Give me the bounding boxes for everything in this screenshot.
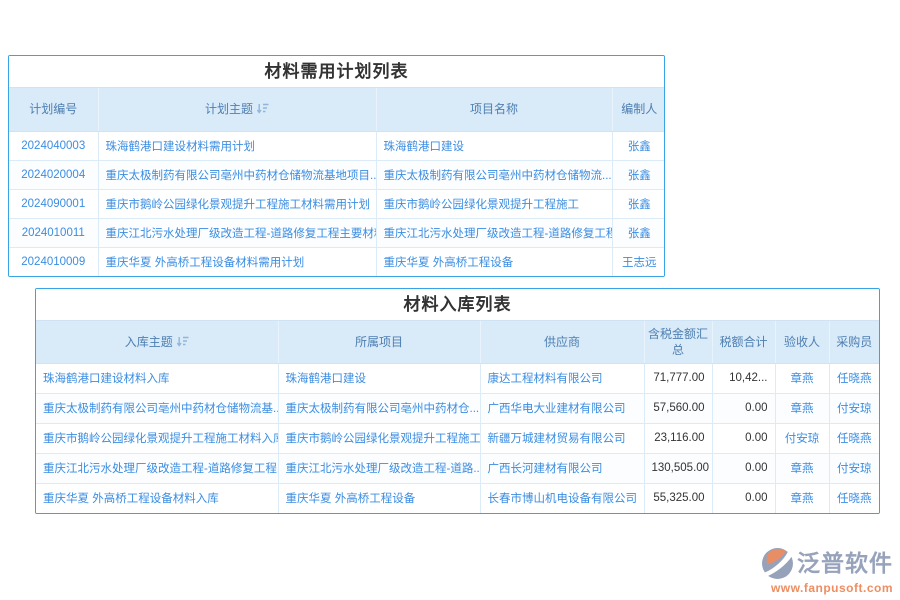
owning-project-link[interactable]: 珠海鹤港口建设 (278, 363, 480, 393)
material-inbound-table: 材料入库列表 入库主题 所属项目 供应商 含税金额汇总 税额合计 验收人 采购员… (35, 288, 880, 514)
supplier-link[interactable]: 康达工程材料有限公司 (480, 363, 644, 393)
author-link[interactable]: 张鑫 (612, 218, 665, 247)
brand-name: 泛普软件 (797, 552, 893, 575)
plan-no-link[interactable]: 2024040003 (9, 131, 98, 160)
amount-incl-tax-value: 71,777.00 (644, 363, 712, 393)
plan-table-title: 材料需用计划列表 (9, 56, 664, 88)
owning-project-link[interactable]: 重庆太极制药有限公司亳州中药材仓... (278, 393, 480, 423)
project-name-link[interactable]: 重庆江北污水处理厂级改造工程-道路修复工程 (376, 218, 612, 247)
brand-url: www.fanpusoft.com (771, 581, 893, 595)
table-row: 2024040003 珠海鹤港口建设材料需用计划 珠海鹤港口建设 张鑫 (9, 131, 665, 160)
plan-subject-link[interactable]: 重庆太极制药有限公司亳州中药材仓储物流基地项目... (98, 160, 376, 189)
table-row: 重庆江北污水处理厂级改造工程-道路修复工程... 重庆江北污水处理厂级改造工程-… (36, 453, 879, 483)
col-header-label: 验收人 (784, 335, 820, 349)
table-row: 2024010011 重庆江北污水处理厂级改造工程-道路修复工程主要材料 重庆江… (9, 218, 665, 247)
author-link[interactable]: 王志远 (612, 247, 665, 276)
fanpu-brand-footer: 泛普软件 www.fanpusoft.com (761, 547, 893, 595)
buyer-link[interactable]: 任晓燕 (829, 363, 879, 393)
col-header-label: 计划主题 (205, 102, 253, 116)
plan-header-row: 计划编号 计划主题 项目名称 编制人 (9, 88, 665, 131)
col-header-tax-total: 税额合计 (712, 321, 775, 363)
plan-no-link[interactable]: 2024010009 (9, 247, 98, 276)
plan-no-link[interactable]: 2024010011 (9, 218, 98, 247)
amount-incl-tax-value: 55,325.00 (644, 483, 712, 513)
fanpu-logo-icon (761, 547, 794, 580)
col-header-inspector: 验收人 (775, 321, 829, 363)
table-row: 2024020004 重庆太极制药有限公司亳州中药材仓储物流基地项目... 重庆… (9, 160, 665, 189)
tax-total-value: 0.00 (712, 483, 775, 513)
buyer-link[interactable]: 付安琼 (829, 393, 879, 423)
owning-project-link[interactable]: 重庆市鹅岭公园绿化景观提升工程施工 (278, 423, 480, 453)
col-header-label: 编制人 (621, 102, 657, 116)
col-header-label: 项目名称 (470, 102, 518, 116)
plan-subject-link[interactable]: 重庆华夏 外高桥工程设备材料需用计划 (98, 247, 376, 276)
col-header-project-name: 项目名称 (376, 88, 612, 131)
inbound-table-title: 材料入库列表 (36, 289, 879, 321)
amount-incl-tax-value: 130,505.00 (644, 453, 712, 483)
col-header-buyer: 采购员 (829, 321, 879, 363)
inspector-link[interactable]: 章燕 (775, 483, 829, 513)
author-link[interactable]: 张鑫 (612, 189, 665, 218)
project-name-link[interactable]: 重庆太极制药有限公司亳州中药材仓储物流... (376, 160, 612, 189)
plan-no-link[interactable]: 2024090001 (9, 189, 98, 218)
col-header-amount-incl-tax: 含税金额汇总 (644, 321, 712, 363)
buyer-link[interactable]: 付安琼 (829, 453, 879, 483)
owning-project-link[interactable]: 重庆江北污水处理厂级改造工程-道路... (278, 453, 480, 483)
table-row: 重庆太极制药有限公司亳州中药材仓储物流基... 重庆太极制药有限公司亳州中药材仓… (36, 393, 879, 423)
project-name-link[interactable]: 珠海鹤港口建设 (376, 131, 612, 160)
supplier-link[interactable]: 广西长河建材有限公司 (480, 453, 644, 483)
col-header-label: 供应商 (544, 335, 580, 349)
tax-total-value: 0.00 (712, 393, 775, 423)
col-header-label: 税额合计 (719, 335, 767, 349)
col-header-label: 含税金额汇总 (648, 327, 708, 357)
buyer-link[interactable]: 任晓燕 (829, 423, 879, 453)
col-header-author: 编制人 (612, 88, 665, 131)
sort-icon (257, 103, 269, 114)
inbound-header-row: 入库主题 所属项目 供应商 含税金额汇总 税额合计 验收人 采购员 (36, 321, 879, 363)
col-header-owning-project: 所属项目 (278, 321, 480, 363)
project-name-link[interactable]: 重庆市鹅岭公园绿化景观提升工程施工 (376, 189, 612, 218)
col-header-label: 计划编号 (29, 102, 77, 116)
tax-total-value: 0.00 (712, 453, 775, 483)
table-row: 2024010009 重庆华夏 外高桥工程设备材料需用计划 重庆华夏 外高桥工程… (9, 247, 665, 276)
owning-project-link[interactable]: 重庆华夏 外高桥工程设备 (278, 483, 480, 513)
table-row: 重庆华夏 外高桥工程设备材料入库 重庆华夏 外高桥工程设备 长春市博山机电设备有… (36, 483, 879, 513)
inspector-link[interactable]: 章燕 (775, 453, 829, 483)
col-header-supplier: 供应商 (480, 321, 644, 363)
author-link[interactable]: 张鑫 (612, 160, 665, 189)
tax-total-value: 0.00 (712, 423, 775, 453)
supplier-link[interactable]: 广西华电大业建材有限公司 (480, 393, 644, 423)
plan-subject-link[interactable]: 重庆江北污水处理厂级改造工程-道路修复工程主要材料 (98, 218, 376, 247)
supplier-link[interactable]: 长春市博山机电设备有限公司 (480, 483, 644, 513)
project-name-link[interactable]: 重庆华夏 外高桥工程设备 (376, 247, 612, 276)
plan-no-link[interactable]: 2024020004 (9, 160, 98, 189)
inbound-subject-link[interactable]: 珠海鹤港口建设材料入库 (36, 363, 278, 393)
col-header-plan-no: 计划编号 (9, 88, 98, 131)
material-plan-table: 材料需用计划列表 计划编号 计划主题 项目名称 编制人 2024040003 珠… (8, 55, 665, 277)
inspector-link[interactable]: 付安琼 (775, 423, 829, 453)
table-row: 重庆市鹅岭公园绿化景观提升工程施工材料入库 重庆市鹅岭公园绿化景观提升工程施工 … (36, 423, 879, 453)
col-header-label: 入库主题 (125, 335, 173, 349)
table-row: 珠海鹤港口建设材料入库 珠海鹤港口建设 康达工程材料有限公司 71,777.00… (36, 363, 879, 393)
author-link[interactable]: 张鑫 (612, 131, 665, 160)
amount-incl-tax-value: 57,560.00 (644, 393, 712, 423)
col-header-label: 所属项目 (355, 335, 403, 349)
inbound-subject-link[interactable]: 重庆华夏 外高桥工程设备材料入库 (36, 483, 278, 513)
plan-subject-link[interactable]: 珠海鹤港口建设材料需用计划 (98, 131, 376, 160)
sort-icon (177, 336, 189, 347)
col-header-inbound-subject[interactable]: 入库主题 (36, 321, 278, 363)
tax-total-value: 10,42... (712, 363, 775, 393)
col-header-label: 采购员 (836, 335, 872, 349)
inbound-subject-link[interactable]: 重庆市鹅岭公园绿化景观提升工程施工材料入库 (36, 423, 278, 453)
inbound-subject-link[interactable]: 重庆江北污水处理厂级改造工程-道路修复工程... (36, 453, 278, 483)
inspector-link[interactable]: 章燕 (775, 363, 829, 393)
inspector-link[interactable]: 章燕 (775, 393, 829, 423)
plan-subject-link[interactable]: 重庆市鹅岭公园绿化景观提升工程施工材料需用计划 (98, 189, 376, 218)
buyer-link[interactable]: 任晓燕 (829, 483, 879, 513)
supplier-link[interactable]: 新疆万城建材贸易有限公司 (480, 423, 644, 453)
amount-incl-tax-value: 23,116.00 (644, 423, 712, 453)
table-row: 2024090001 重庆市鹅岭公园绿化景观提升工程施工材料需用计划 重庆市鹅岭… (9, 189, 665, 218)
col-header-plan-subject[interactable]: 计划主题 (98, 88, 376, 131)
inbound-subject-link[interactable]: 重庆太极制药有限公司亳州中药材仓储物流基... (36, 393, 278, 423)
